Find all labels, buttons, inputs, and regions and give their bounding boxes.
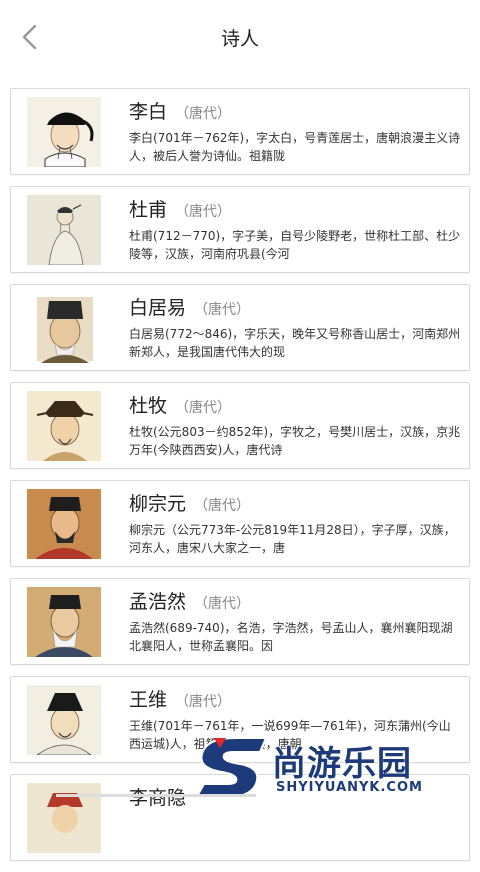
- poet-dynasty: （唐代）: [175, 106, 232, 122]
- watermark-logo-icon: [196, 737, 268, 799]
- poet-card-bai-juyi[interactable]: 白居易 （唐代） 白居易(772～846)，字乐天，晚年又号称香山居士，河南郑州新…: [10, 284, 470, 371]
- poet-description: [129, 815, 461, 851]
- poet-portrait: [27, 685, 101, 755]
- poet-portrait: [27, 195, 101, 265]
- poet-dynasty: （唐代）: [175, 694, 232, 710]
- poet-name: 杜甫: [129, 199, 168, 221]
- app-header: 诗人: [0, 0, 480, 76]
- poet-card-liu-zongyuan[interactable]: 柳宗元 （唐代） 柳宗元（公元773年-公元819年11月28日），字子厚，汉族，…: [10, 480, 470, 567]
- watermark-text: 尚游乐园: [271, 743, 412, 785]
- poet-card-meng-haoran[interactable]: 孟浩然 （唐代） 孟浩然(689-740)，名浩，字浩然，号孟山人，襄州襄阳现湖北…: [10, 578, 470, 665]
- poet-description: 杜甫(712－770)，字子美，自号少陵野老，世称杜工部、杜少陵等，汉族，河南府…: [129, 229, 461, 261]
- poet-description: 柳宗元（公元773年-公元819年11月28日），字子厚，汉族，河东人，唐宋八大…: [129, 523, 456, 555]
- page-title: 诗人: [220, 28, 259, 50]
- poet-portrait: [27, 293, 101, 363]
- site-watermark: 尚游乐园 SHYIYUANYK.COM: [196, 734, 480, 800]
- poet-portrait: [27, 97, 101, 167]
- watermark-url: SHYIYUANYK.COM: [276, 780, 423, 795]
- poet-portrait: [27, 587, 101, 657]
- poet-dynasty: （唐代）: [194, 302, 251, 318]
- poet-name: 白居易: [129, 297, 187, 319]
- poet-card-li-bai[interactable]: 李白 （唐代） 李白(701年－762年)，字太白，号青莲居士，唐朝浪漫主义诗人，…: [10, 88, 470, 175]
- poet-dynasty: （唐代）: [194, 596, 251, 612]
- home-indicator: [56, 794, 256, 797]
- poet-description: 李白(701年－762年)，字太白，号青莲居士，唐朝浪漫主义诗人，被后人誉为诗仙…: [129, 131, 461, 163]
- poet-card-du-fu[interactable]: 杜甫 （唐代） 杜甫(712－770)，字子美，自号少陵野老，世称杜工部、杜少陵等…: [10, 186, 470, 273]
- poet-portrait: [27, 391, 101, 461]
- poet-dynasty: （唐代）: [175, 204, 232, 220]
- poet-portrait: [27, 489, 101, 559]
- poet-description: 杜牧(公元803－约852年)，字牧之，号樊川居士，汉族，京兆万年(今陕西西安)…: [129, 425, 461, 457]
- poet-name: 王维: [129, 689, 168, 711]
- poet-description: 孟浩然(689-740)，名浩，字浩然，号孟山人，襄州襄阳现湖北襄阳人，世称孟襄…: [129, 621, 453, 653]
- poet-name: 孟浩然: [129, 591, 187, 613]
- poet-name: 杜牧: [129, 395, 168, 417]
- poet-dynasty: （唐代）: [194, 498, 251, 514]
- poet-name: 柳宗元: [129, 493, 187, 515]
- poet-card-du-mu[interactable]: 杜牧 （唐代） 杜牧(公元803－约852年)，字牧之，号樊川居士，汉族，京兆万年…: [10, 382, 470, 469]
- poet-name: 李白: [129, 101, 168, 123]
- poet-name: 李商隐: [129, 787, 187, 809]
- poet-description: 白居易(772～846)，字乐天，晚年又号称香山居士，河南郑州新郑人，是我国唐代…: [129, 327, 461, 359]
- poet-dynasty: （唐代）: [175, 400, 232, 416]
